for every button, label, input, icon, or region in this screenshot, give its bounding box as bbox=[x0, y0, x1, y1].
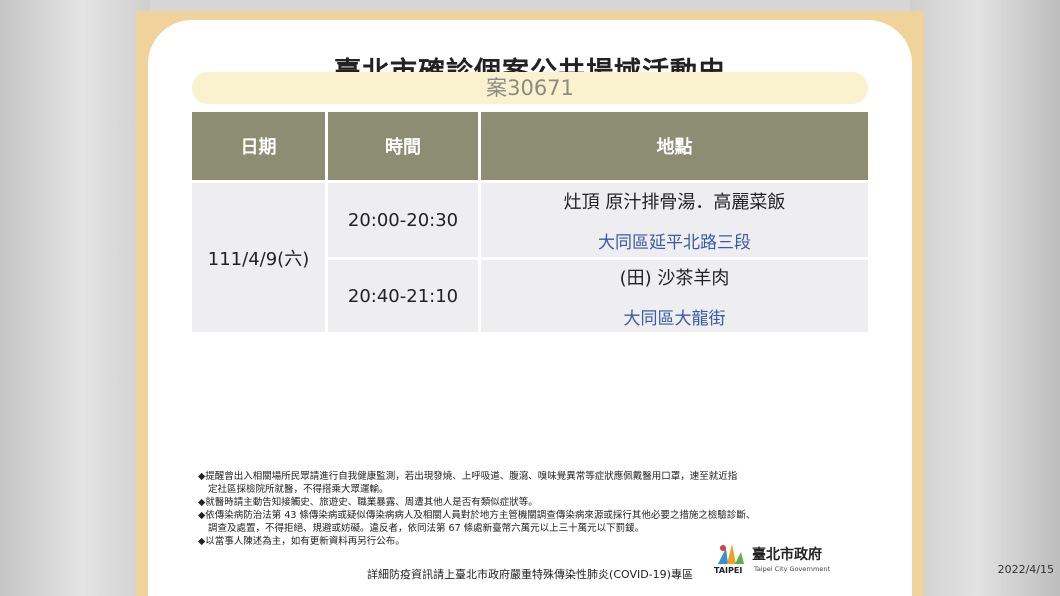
header-date: 日期 bbox=[192, 112, 325, 180]
location-address: 大同區延平北路三段 bbox=[598, 232, 751, 253]
cell-time: 20:40-21:10 bbox=[328, 260, 478, 332]
notice-card: 臺北市確診個案公共場域活動史 案30671 日期 時間 地點 111/4/9(六… bbox=[148, 20, 912, 596]
footer-info: 詳細防疫資訊請上臺北市政府嚴重特殊傳染性肺炎(COVID-19)專區 bbox=[367, 568, 693, 581]
cell-time: 20:00-20:30 bbox=[328, 183, 478, 257]
location-address: 大同區大龍街 bbox=[623, 308, 726, 329]
location-name: 灶頂 原汁排骨湯．高麗菜飯 bbox=[563, 191, 786, 213]
notes: ◆提醒曾出入相關場所民眾請進行自我健康監測，若出現發燒、上呼吸道、腹瀉、嗅味覺異… bbox=[198, 470, 888, 548]
taipei-logo-icon bbox=[718, 544, 744, 564]
note-line: ◆提醒曾出入相關場所民眾請進行自我健康監測，若出現發燒、上呼吸道、腹瀉、嗅味覺異… bbox=[198, 471, 738, 482]
date-stamp: 2022/4/15 bbox=[997, 563, 1054, 576]
cell-location: (田) 沙茶羊肉 大同區大龍街 bbox=[481, 260, 868, 332]
case-number: 案30671 bbox=[192, 72, 868, 104]
note-line: ◆依傳染病防治法第 43 條傳染病或疑似傳染病病人及相關人員對於地方主管機關調查… bbox=[198, 510, 756, 521]
cell-location: 灶頂 原汁排骨湯．高麗菜飯 大同區延平北路三段 bbox=[481, 183, 868, 257]
location-name: (田) 沙茶羊肉 bbox=[619, 267, 730, 289]
activity-table: 日期 時間 地點 111/4/9(六) 20:00-20:30 灶頂 原汁排骨湯… bbox=[192, 112, 868, 332]
logo-text: 臺北市政府 bbox=[752, 547, 822, 563]
background-left bbox=[0, 0, 150, 596]
header-location: 地點 bbox=[481, 112, 868, 180]
note-line: 定社區採檢院所就醫，不得搭乘大眾運輸。 bbox=[208, 484, 389, 495]
header-time: 時間 bbox=[328, 112, 478, 180]
note-line: ◆就醫時請主動告知接觸史、旅遊史、職業暴露、周遭其他人是否有類似症狀等。 bbox=[198, 497, 538, 508]
note-line: 調查及處置，不得拒絕、規避或妨礙。違反者，依同法第 67 條處新臺幣六萬元以上三… bbox=[208, 523, 645, 534]
cell-date: 111/4/9(六) bbox=[192, 183, 325, 332]
background-right bbox=[910, 0, 1060, 596]
